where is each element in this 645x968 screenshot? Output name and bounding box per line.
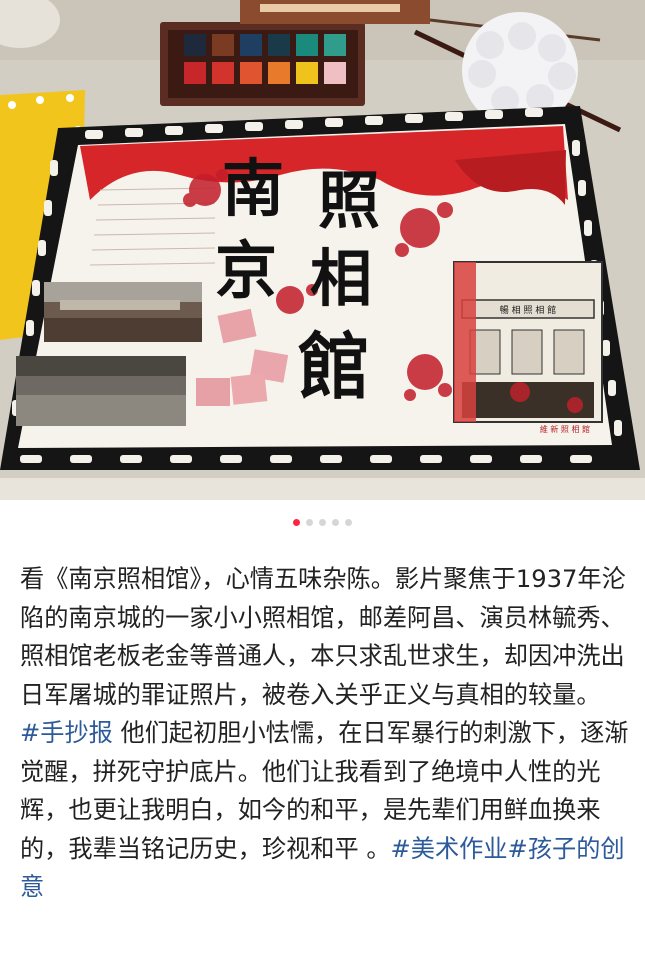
poster-signature: 維 新 照 相 館: [540, 424, 590, 434]
post-paragraph-1: 看《南京照相馆》，心情五味杂陈。影片聚焦于1937年沦陷的南京城的一家小小照相馆…: [20, 565, 626, 709]
pager-dot-5[interactable]: [345, 518, 352, 526]
historic-photo-2: [16, 356, 186, 426]
studio-signage: 暢 相 照 相 館: [500, 304, 556, 316]
pager-dot-3[interactable]: [319, 518, 326, 526]
studio-building-sketch: 暢 相 照 相 館 維 新 照 相 館: [453, 261, 603, 434]
title-char-1: 南: [222, 152, 284, 225]
title-char-2: 京: [215, 234, 277, 307]
pager-dot-1[interactable]: [293, 518, 300, 526]
post-body: 看《南京照相馆》，心情五味杂陈。影片聚焦于1937年沦陷的南京城的一家小小照相馆…: [20, 560, 632, 907]
carousel-pager: [0, 516, 645, 528]
title-char-5: 館: [298, 324, 370, 409]
handmade-poster: 暢 相 照 相 館 維 新 照 相 館 南 京 照 相 館: [0, 106, 640, 470]
post-photo[interactable]: 暢 相 照 相 館 維 新 照 相 館 南 京 照 相 館: [0, 0, 645, 500]
hashtag-handmade-newspaper[interactable]: #手抄报: [20, 719, 113, 747]
pager-dot-2[interactable]: [306, 518, 313, 526]
title-char-4: 相: [310, 242, 372, 315]
hashtag-art-homework[interactable]: #美术作业: [391, 835, 508, 863]
pager-dot-4[interactable]: [332, 518, 339, 526]
historic-photo-1: [44, 282, 202, 342]
post-paragraph-2: #手抄报 他们起初胆小怯懦，在日军暴行的刺激下，逐渐觉醒，拼死守护底片。他们让我…: [20, 714, 632, 907]
title-char-3: 照: [318, 164, 380, 237]
watercolor-palette-box: [160, 22, 365, 106]
